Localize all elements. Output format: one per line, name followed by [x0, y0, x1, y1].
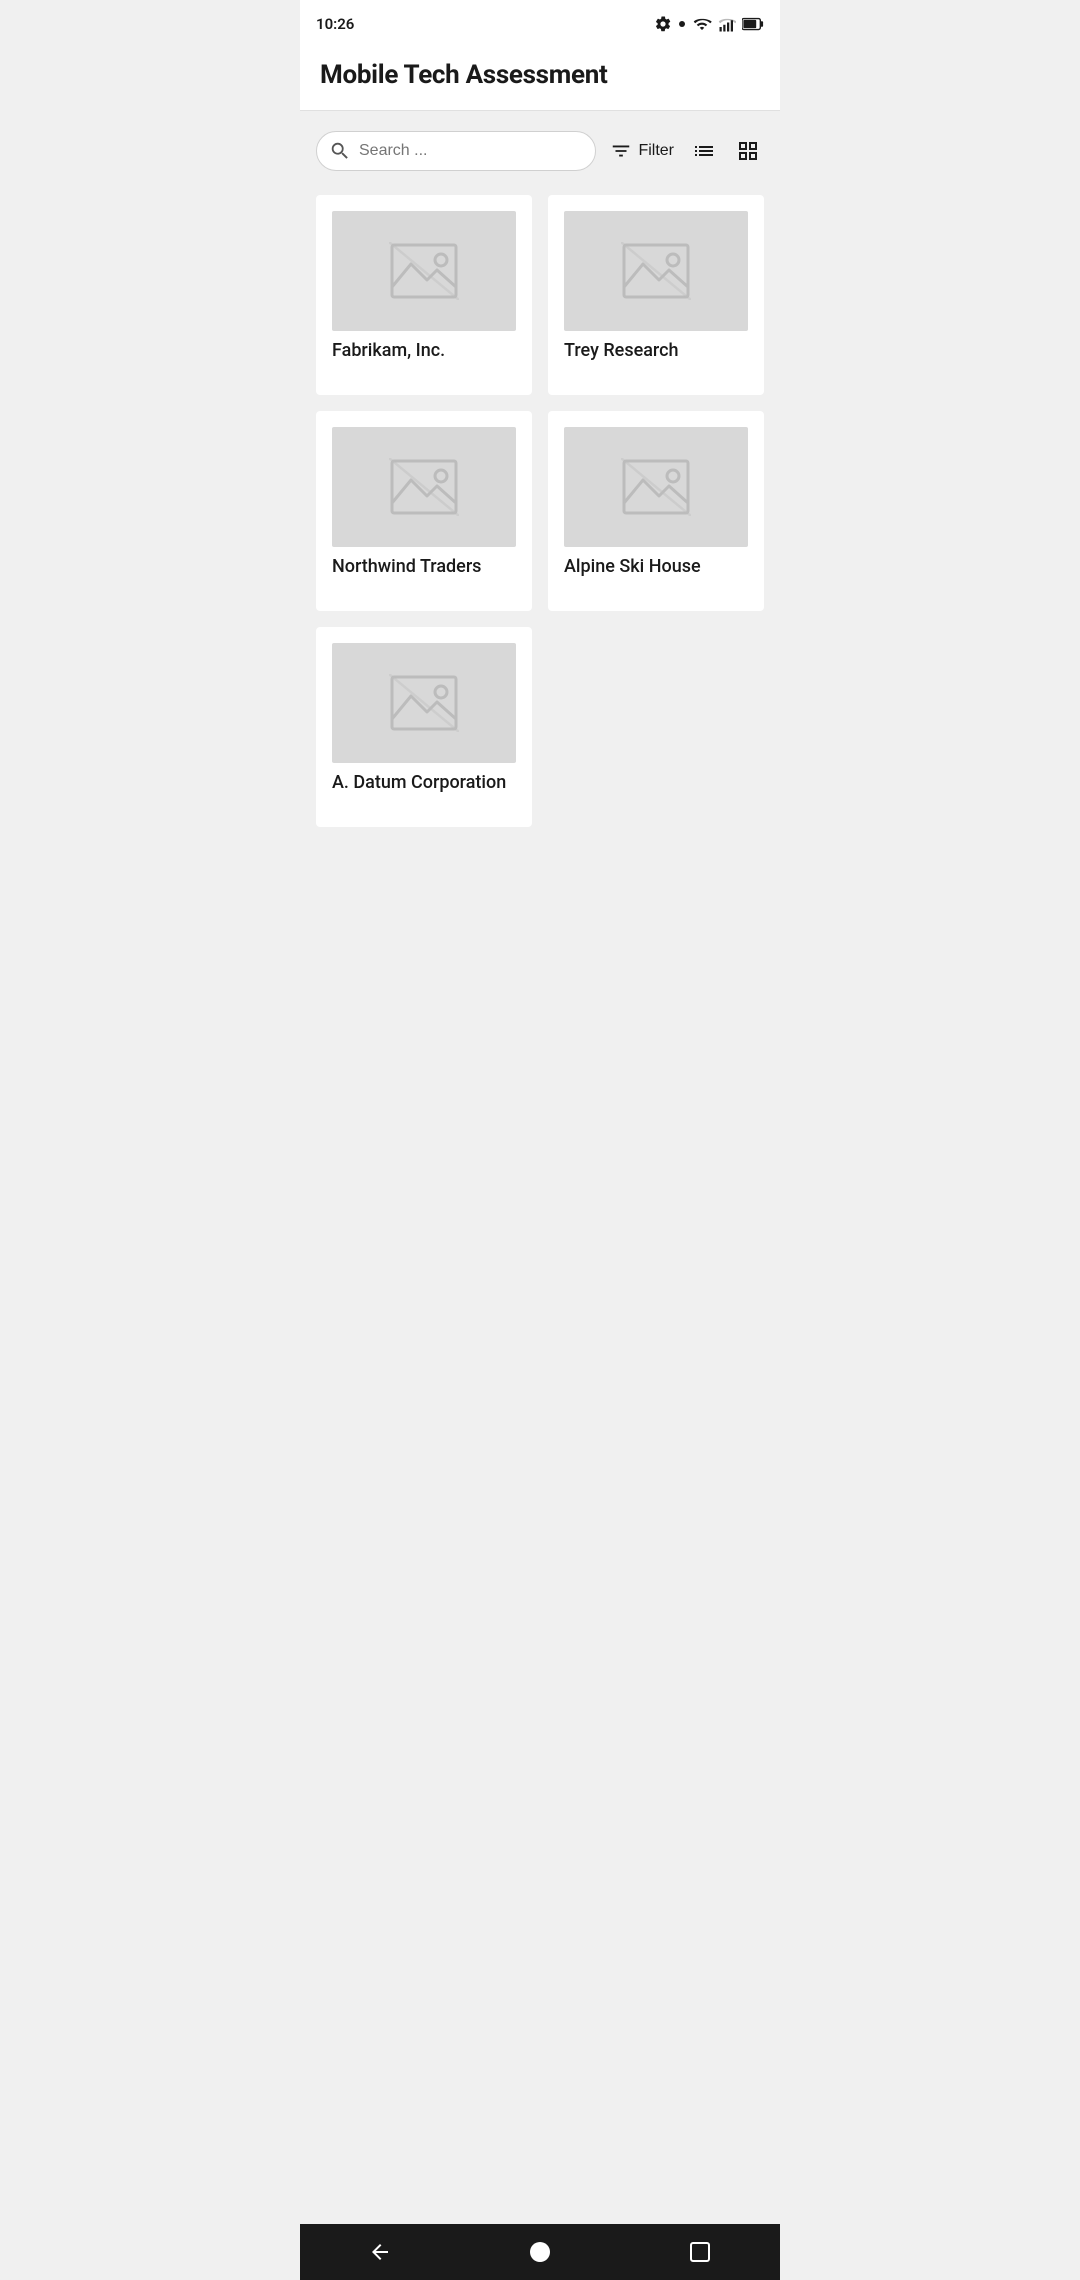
company-image-placeholder — [332, 211, 516, 331]
company-card[interactable]: A. Datum Corporation — [316, 627, 532, 827]
wifi-icon — [692, 15, 712, 33]
grid-view-icon — [736, 139, 760, 163]
company-image-placeholder — [332, 427, 516, 547]
grid-view-button[interactable] — [732, 135, 764, 167]
broken-image-icon — [389, 242, 459, 300]
battery-icon — [742, 15, 764, 33]
filter-button[interactable]: Filter — [608, 136, 676, 166]
toolbar: Filter — [316, 131, 764, 171]
main-content: Filter Fabrikam, Inc. — [300, 111, 780, 2224]
filter-label: Filter — [638, 142, 674, 160]
filter-icon — [610, 140, 632, 162]
app-header: Mobile Tech Assessment — [300, 48, 780, 111]
company-card[interactable]: Fabrikam, Inc. — [316, 195, 532, 395]
list-view-icon — [692, 139, 716, 163]
broken-image-icon — [621, 242, 691, 300]
company-grid: Fabrikam, Inc. Trey Research — [316, 195, 764, 827]
search-container — [316, 131, 596, 171]
home-button[interactable] — [508, 2232, 572, 2272]
settings-icon — [654, 15, 672, 33]
broken-image-icon — [389, 458, 459, 516]
company-card[interactable]: Trey Research — [548, 195, 764, 395]
company-image-placeholder — [564, 427, 748, 547]
status-icons — [654, 15, 764, 33]
search-icon — [329, 140, 351, 162]
broken-image-icon — [621, 458, 691, 516]
broken-image-icon — [389, 674, 459, 732]
company-name: Alpine Ski House — [564, 555, 748, 578]
recents-button[interactable] — [668, 2232, 732, 2272]
company-card[interactable]: Northwind Traders — [316, 411, 532, 611]
search-input[interactable] — [359, 142, 579, 160]
notification-dot-icon — [678, 15, 686, 33]
back-icon — [368, 2240, 392, 2264]
home-circle-icon — [528, 2240, 552, 2264]
status-bar: 10:26 — [300, 0, 780, 48]
company-image-placeholder — [564, 211, 748, 331]
company-image-placeholder — [332, 643, 516, 763]
search-input-wrapper[interactable] — [316, 131, 596, 171]
signal-icon — [718, 15, 736, 33]
recents-icon — [688, 2240, 712, 2264]
company-card[interactable]: Alpine Ski House — [548, 411, 764, 611]
company-name: A. Datum Corporation — [332, 771, 516, 794]
company-name: Northwind Traders — [332, 555, 516, 578]
status-time: 10:26 — [316, 15, 354, 33]
page-title: Mobile Tech Assessment — [320, 60, 760, 90]
company-name: Fabrikam, Inc. — [332, 339, 516, 362]
list-view-button[interactable] — [688, 135, 720, 167]
bottom-nav — [300, 2224, 780, 2280]
back-button[interactable] — [348, 2232, 412, 2272]
company-name: Trey Research — [564, 339, 748, 362]
